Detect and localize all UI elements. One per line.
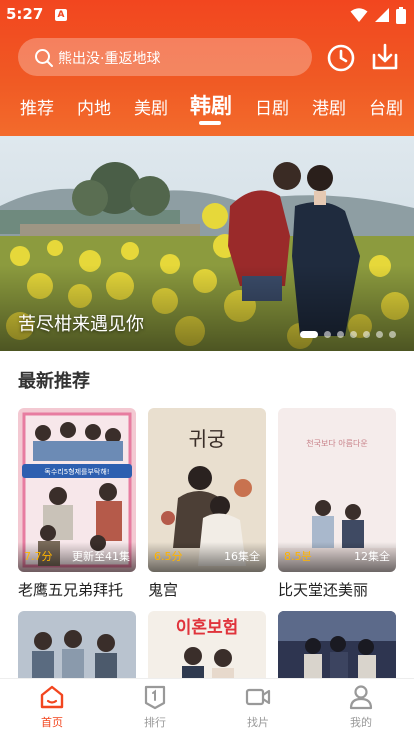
carousel-dot — [300, 331, 318, 338]
battery-icon — [396, 6, 406, 24]
episode-label: 12集全 — [354, 550, 390, 563]
category-tabs: 推荐 内地 美剧 韩剧 日剧 港剧 台剧 — [0, 88, 414, 128]
carousel-indicator — [300, 331, 396, 338]
carousel-dot — [363, 331, 370, 338]
home-icon — [40, 685, 64, 709]
banner-title: 苦尽柑来遇见你 — [18, 314, 144, 335]
nav-find-video-label: 找片 — [247, 716, 269, 729]
poster-image: 이혼보험 — [148, 611, 266, 681]
nav-home-label: 首页 — [41, 716, 63, 729]
drama-card[interactable]: 독수리5형제를부탁해! 7.7分 更新至41集 老鹰五兄弟拜托 — [18, 408, 136, 600]
tab-recommend[interactable]: 推荐 — [20, 94, 54, 119]
score-label: 8.5분 — [284, 550, 312, 563]
episode-label: 更新至41集 — [72, 550, 130, 563]
carousel-dot — [389, 331, 396, 338]
nav-profile-label: 我的 — [350, 716, 372, 729]
poster-label: 이혼보험 — [176, 617, 239, 638]
drama-card[interactable]: 귀궁 6.5分 16集全 鬼宫 — [148, 408, 266, 600]
section-title: 最新推荐 — [18, 371, 90, 392]
wifi-icon — [350, 8, 368, 22]
drama-card[interactable]: 천국보다 아름다운 8.5분 12集全 比天堂还美丽 — [278, 408, 396, 600]
drama-title: 比天堂还美丽 — [278, 581, 369, 599]
drama-title: 鬼宫 — [148, 581, 179, 599]
score-label: 7.7分 — [24, 550, 53, 563]
tab-japanese-drama[interactable]: 日剧 — [255, 94, 289, 119]
poster-label: 독수리5형제를부탁해! — [44, 467, 109, 476]
drama-poster: 천국보다 아름다운 8.5분 12集全 — [278, 408, 396, 572]
status-bar: 5:27 A — [0, 0, 414, 30]
search-input[interactable]: 熊出没·重返地球 — [18, 38, 312, 76]
nav-profile[interactable]: 我的 — [331, 684, 391, 734]
drama-card[interactable] — [278, 611, 396, 681]
poster-image — [278, 611, 396, 681]
poster-label: 귀궁 — [189, 427, 226, 451]
video-camera-icon — [245, 688, 271, 706]
status-time: 5:27 — [6, 5, 44, 23]
carousel-dot — [337, 331, 344, 338]
top-header: 5:27 A 熊出没·重返地球 推荐 内地 美剧 韩剧 日剧 港剧 台剧 — [0, 0, 414, 136]
search-icon — [35, 49, 53, 67]
nav-home[interactable]: 首页 — [22, 684, 82, 734]
poster-label: 천국보다 아름다운 — [306, 438, 367, 448]
download-icon[interactable] — [369, 41, 401, 73]
tab-hk-drama[interactable]: 港剧 — [312, 94, 346, 119]
drama-poster: 독수리5형제를부탁해! 7.7分 更新至41集 — [18, 408, 136, 572]
episode-label: 16集全 — [224, 550, 260, 563]
carousel-dot — [324, 331, 331, 338]
tab-tw-drama[interactable]: 台剧 — [369, 94, 403, 119]
nav-find-video[interactable]: 找片 — [228, 684, 288, 734]
drama-card[interactable]: 이혼보험 — [148, 611, 266, 681]
user-icon — [349, 685, 373, 710]
signal-icon — [375, 8, 389, 22]
tab-mainland[interactable]: 内地 — [77, 94, 111, 119]
drama-title: 老鹰五兄弟拜托 — [18, 581, 124, 599]
nav-ranking[interactable]: 排行 — [125, 684, 185, 734]
history-clock-icon[interactable] — [325, 42, 357, 74]
tab-korean-drama[interactable]: 韩剧 — [190, 90, 232, 120]
drama-poster: 귀궁 6.5分 16集全 — [148, 408, 266, 572]
search-placeholder: 熊出没·重返地球 — [58, 51, 161, 67]
nav-ranking-label: 排行 — [144, 716, 166, 729]
ranking-icon — [144, 685, 166, 710]
tab-us-drama[interactable]: 美剧 — [134, 94, 168, 119]
drama-card[interactable] — [18, 611, 136, 681]
carousel-dot — [376, 331, 383, 338]
hero-banner[interactable]: 苦尽柑来遇见你 — [0, 136, 414, 351]
active-tab-indicator — [199, 121, 221, 125]
carousel-dot — [350, 331, 357, 338]
notification-app-icon: A — [55, 9, 67, 21]
poster-image — [18, 611, 136, 681]
score-label: 6.5分 — [154, 550, 183, 563]
bottom-navigation: 首页 排行 找片 我的 — [0, 678, 414, 736]
